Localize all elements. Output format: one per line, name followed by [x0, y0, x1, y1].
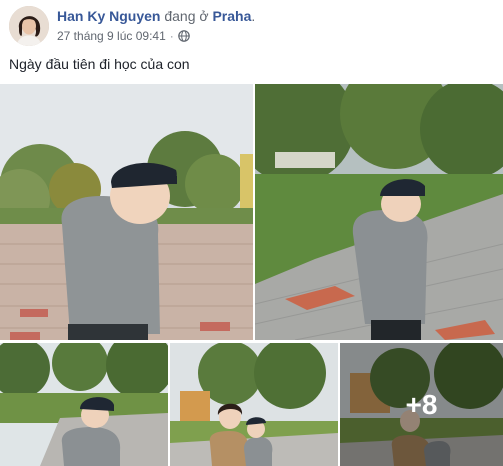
- location-link[interactable]: Praha: [212, 8, 251, 24]
- location-suffix: .: [251, 8, 256, 24]
- photo-3[interactable]: [0, 343, 168, 466]
- more-photos-overlay[interactable]: +8: [340, 343, 503, 466]
- photo-1[interactable]: [0, 84, 253, 340]
- avatar-image: [9, 6, 49, 46]
- post-timestamp-link[interactable]: 27 tháng 9 lúc 09:41: [57, 29, 166, 43]
- location-prefix: đang ở: [164, 8, 209, 24]
- photo-4-image: [170, 343, 338, 466]
- post-caption: Ngày đầu tiên đi học của con: [9, 56, 190, 72]
- author-avatar[interactable]: [9, 6, 49, 46]
- photo-3-image: [0, 343, 168, 466]
- post-meta: 27 tháng 9 lúc 09:41 ·: [57, 29, 190, 43]
- photo-1-image: [0, 84, 253, 340]
- meta-separator: ·: [169, 29, 174, 43]
- author-line: Han Ky Nguyen đang ở Praha.: [57, 8, 255, 24]
- photo-2[interactable]: [255, 84, 503, 340]
- photo-2-image: [255, 84, 503, 340]
- globe-icon[interactable]: [177, 30, 190, 42]
- photo-4[interactable]: [170, 343, 338, 466]
- post-header: Han Ky Nguyen đang ở Praha. 27 tháng 9 l…: [0, 0, 503, 52]
- photo-5-more[interactable]: +8: [340, 343, 503, 466]
- author-name-link[interactable]: Han Ky Nguyen: [57, 8, 160, 24]
